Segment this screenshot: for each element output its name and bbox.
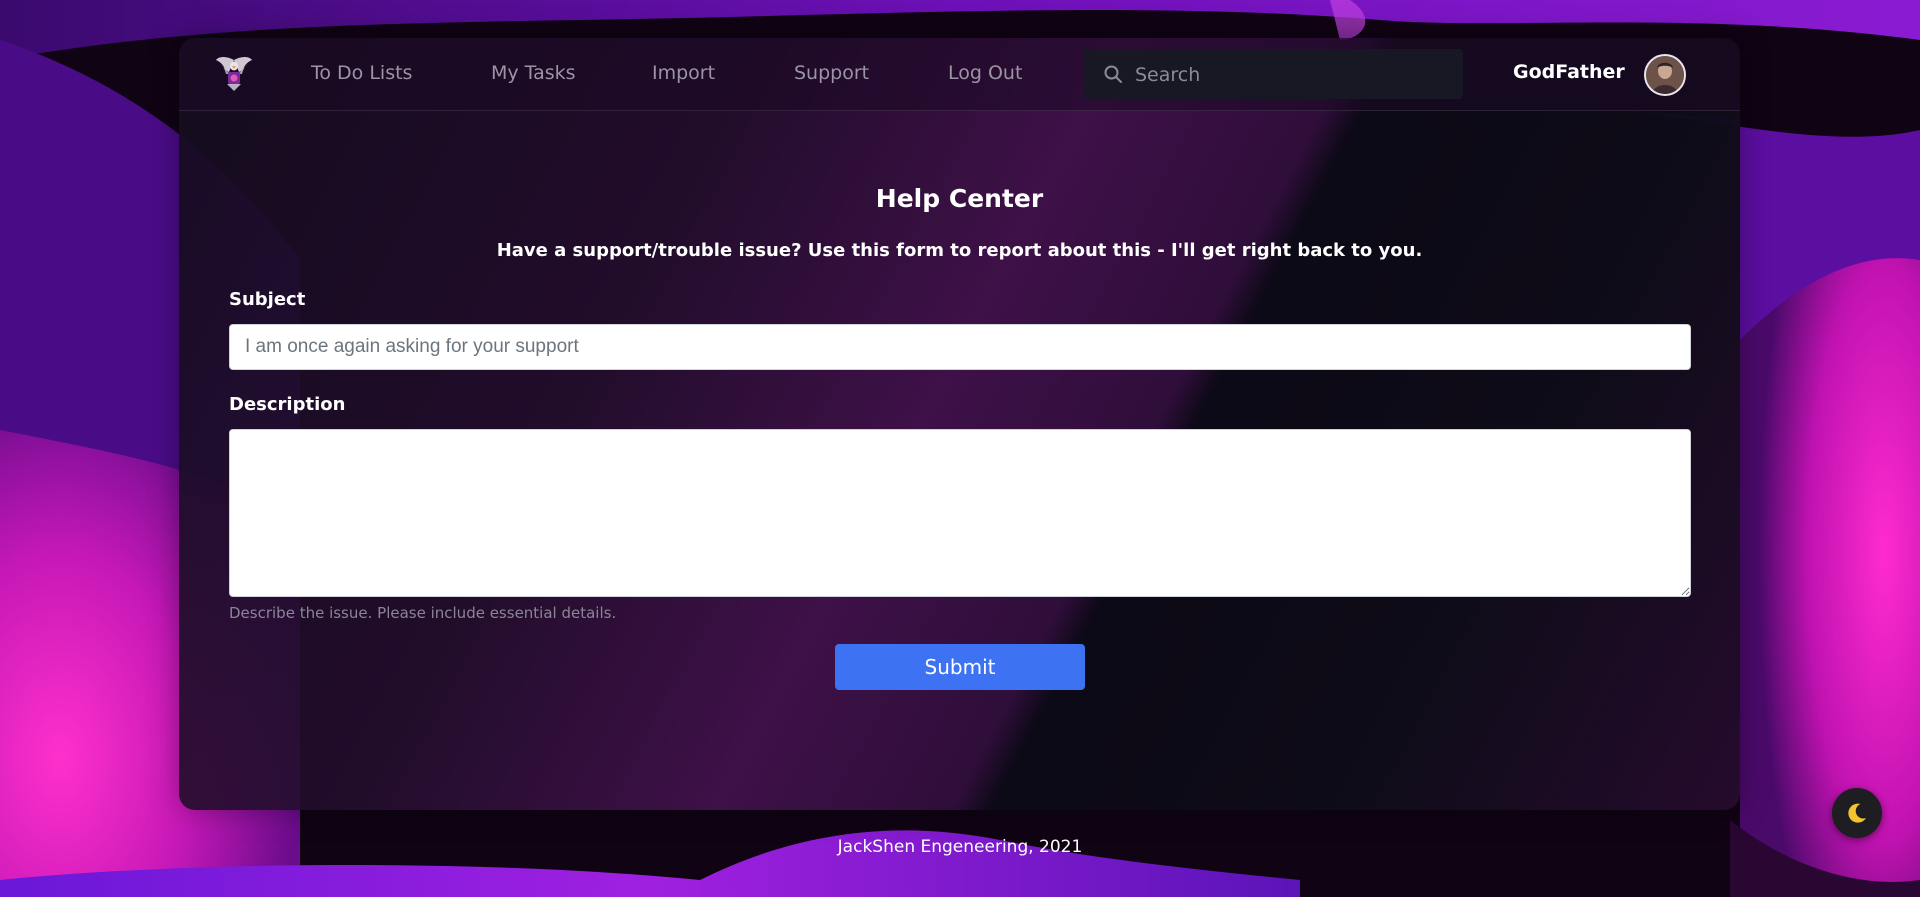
nav-link-log-out[interactable]: Log Out	[948, 62, 1022, 84]
search-input[interactable]	[1133, 49, 1457, 101]
nav-link-import[interactable]: Import	[652, 62, 715, 84]
moon-icon	[1848, 803, 1866, 823]
user-avatar[interactable]	[1644, 54, 1686, 96]
nav-link-support[interactable]: Support	[794, 62, 869, 84]
page-title: Help Center	[875, 184, 1044, 213]
description-help-text: Describe the issue. Please include essen…	[229, 604, 617, 622]
footer-text: JackShen Engeneering, 2021	[837, 837, 1083, 857]
subject-input[interactable]	[229, 324, 1691, 370]
subject-label: Subject	[229, 289, 306, 310]
main-card: To Do Lists My Tasks Import Support Log …	[179, 38, 1740, 810]
theme-toggle-button[interactable]	[1832, 788, 1882, 838]
nav-link-my-tasks[interactable]: My Tasks	[491, 62, 576, 84]
submit-button[interactable]: Submit	[835, 644, 1085, 690]
nav-link-todo-lists[interactable]: To Do Lists	[311, 62, 412, 84]
description-label: Description	[229, 394, 346, 415]
navbar: To Do Lists My Tasks Import Support Log …	[179, 38, 1740, 111]
eagle-logo-icon[interactable]	[215, 54, 253, 94]
search-icon	[1103, 64, 1123, 84]
username[interactable]: GodFather	[1513, 61, 1625, 83]
search-box	[1083, 49, 1463, 101]
page-subtitle: Have a support/trouble issue? Use this f…	[496, 240, 1423, 261]
description-textarea[interactable]	[229, 429, 1691, 597]
